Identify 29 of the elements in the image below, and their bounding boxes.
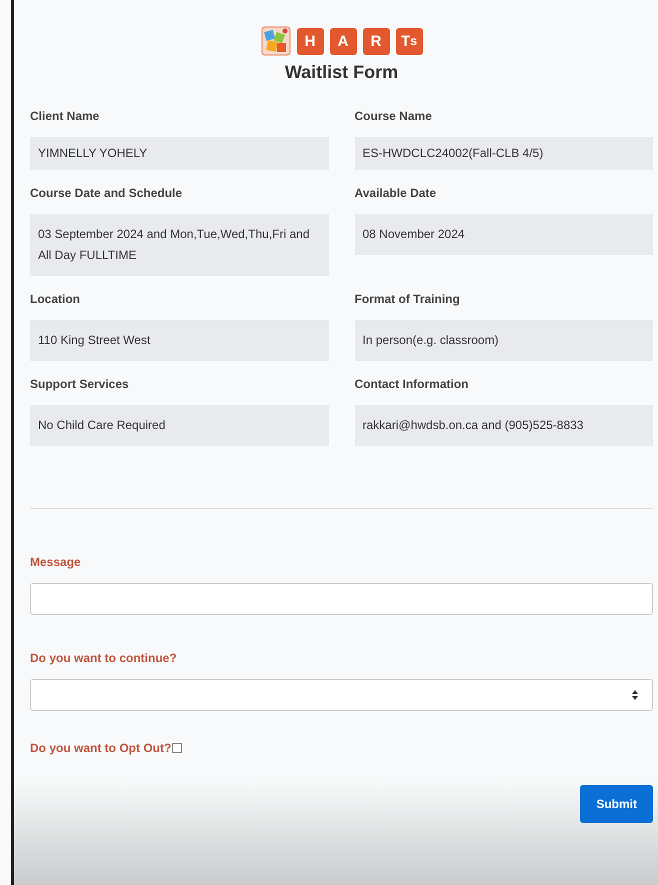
select-arrows-icon [632,690,638,700]
readonly-field: rakkari@hwdsb.on.ca and (905)525-8833 [354,405,653,446]
field-label: Available Date [354,186,436,200]
field-label: Message [30,555,81,569]
logo-icon [260,26,290,56]
field-label: Format of Training [354,292,460,306]
readonly-field: No Child Care Required [30,405,328,446]
readonly-field: 110 King Street West [30,320,328,361]
opt-out-checkbox[interactable] [172,743,182,753]
field-label: Do you want to Opt Out? [30,741,172,755]
field-label: Client Name [30,109,100,123]
logo-letter: H [296,28,324,54]
field-label: Location [30,292,80,306]
field-label: Support Services [30,377,129,391]
continue-select[interactable] [30,679,653,711]
form-title: Waitlist Form [284,62,400,83]
field-label: Course Name [354,109,432,123]
readonly-field: 08 November 2024 [354,214,653,255]
readonly-field: ES-HWDCLC24002(Fall-CLB 4/5) [354,137,653,170]
submit-button[interactable]: Submit [580,785,653,823]
logo-letter: A [330,28,356,54]
field-label: Contact Information [354,377,468,391]
readonly-field: YIMNELLY YOHELY [30,137,328,170]
field-label: Do you want to continue? [30,651,177,665]
readonly-field: 03 September 2024 and Mon,Tue,Wed,Thu,Fri and All Day FULLTIME [30,214,328,276]
message-input[interactable] [30,583,653,615]
field-label: Course Date and Schedule [30,186,182,200]
readonly-field: In person(e.g. classroom) [354,320,653,361]
logo-letter: R [362,28,390,54]
